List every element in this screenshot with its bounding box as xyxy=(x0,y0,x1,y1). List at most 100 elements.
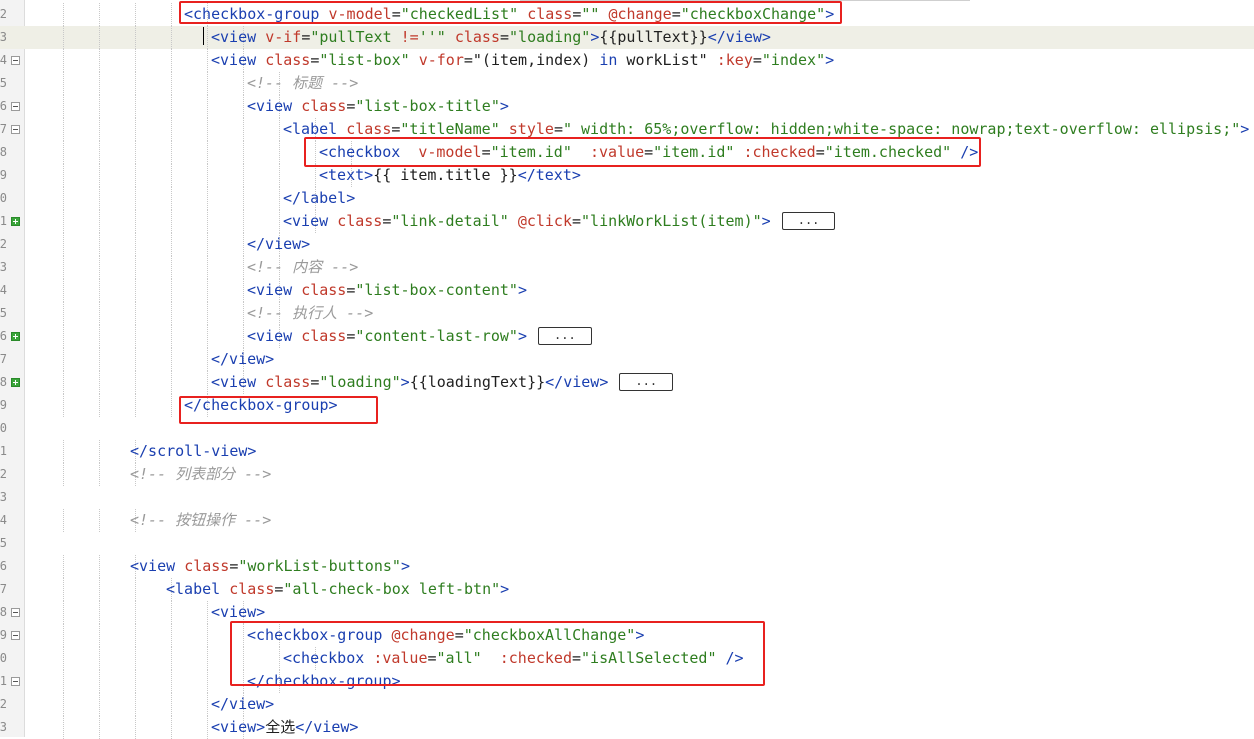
token-str: "content-last-row" xyxy=(355,327,518,345)
code-line[interactable]: 2 <checkbox-group v-model="checkedList" c… xyxy=(0,3,1254,26)
line-number: 1 xyxy=(0,674,7,688)
indent-guide xyxy=(63,72,64,95)
indent-guide xyxy=(135,670,136,693)
code-line[interactable]: 6 <view class="workList-buttons"> xyxy=(0,555,1254,578)
indent-guide xyxy=(63,325,64,348)
code-line[interactable]: 5 <!-- 执行人 --> xyxy=(0,302,1254,325)
code-line[interactable]: 2 <!-- 列表部分 --> xyxy=(0,463,1254,486)
token-attr: v-model xyxy=(418,143,482,161)
indent-guide xyxy=(63,26,64,49)
token-str: "pullText xyxy=(310,28,401,46)
indent-guide xyxy=(99,601,100,624)
indent-guide xyxy=(243,72,244,95)
token-text: {{pullText}} xyxy=(599,28,708,46)
indent-guide xyxy=(207,647,208,670)
indent-guide xyxy=(243,647,244,670)
code-line[interactable]: 6 <view class="content-last-row"> ... xyxy=(0,325,1254,348)
code-line[interactable]: 8 <view class="loading">{{loadingText}}</… xyxy=(0,371,1254,394)
code-line[interactable]: 2 </view> xyxy=(0,693,1254,716)
indent-guide xyxy=(243,118,244,141)
code-line[interactable]: 0 </label> xyxy=(0,187,1254,210)
token-tag: <view> xyxy=(211,718,266,736)
code-line[interactable]: 4 <!-- 按钮操作 --> xyxy=(0,509,1254,532)
token-attr: class xyxy=(229,580,275,598)
token-tag: <view> xyxy=(211,603,266,621)
code-line[interactable]: 8 <view> xyxy=(0,601,1254,624)
code-line[interactable]: 6 <view class="list-box-title"> xyxy=(0,95,1254,118)
indent-guide xyxy=(63,95,64,118)
code-line[interactable]: 9 <text>{{ item.title }}</text> xyxy=(0,164,1254,187)
line-number: 9 xyxy=(0,398,7,412)
code-content: <!-- 内容 --> xyxy=(247,256,358,279)
code-content: <view v-if="pullText !=''" class="loadin… xyxy=(211,26,771,49)
line-number: 2 xyxy=(0,7,7,21)
indent-guide xyxy=(63,578,64,601)
code-editor[interactable]: 2 <checkbox-group v-model="checkedList" c… xyxy=(0,0,1254,739)
indent-guide xyxy=(171,187,172,210)
code-line[interactable]: 8 <checkbox v-model="item.id" :value="ite… xyxy=(0,141,1254,164)
token-str: "linkWorkList(item)" xyxy=(581,212,762,230)
indent-guide xyxy=(135,233,136,256)
code-line[interactable]: 1 </scroll-view> xyxy=(0,440,1254,463)
token-str: "isAllSelected" xyxy=(581,649,717,667)
code-line[interactable]: 1 </checkbox-group> xyxy=(0,670,1254,693)
token-tag: > xyxy=(400,557,410,575)
line-number: 3 xyxy=(0,30,7,44)
code-content: </scroll-view> xyxy=(130,440,256,463)
token-text: = xyxy=(481,143,491,161)
code-line[interactable]: 3 <!-- 内容 --> xyxy=(0,256,1254,279)
token-tag: > xyxy=(635,626,645,644)
collapsed-region-button[interactable]: ... xyxy=(619,373,674,391)
code-line[interactable]: 3 xyxy=(0,486,1254,509)
code-line[interactable]: 9 <checkbox-group @change="checkboxAllCha… xyxy=(0,624,1254,647)
indent-guide xyxy=(135,647,136,670)
indent-guide xyxy=(171,164,172,187)
code-line[interactable]: 7 <label class="titleName" style=" width:… xyxy=(0,118,1254,141)
fold-expand-icon[interactable] xyxy=(11,378,20,387)
token-text: = xyxy=(301,28,311,46)
code-line[interactable]: 4 <view class = "list-box" v-for="(item,ind… xyxy=(0,49,1254,72)
code-line[interactable]: 0 <checkbox :value="all" :checked="isAllS… xyxy=(0,647,1254,670)
token-attr: v-model xyxy=(328,5,392,23)
fold-collapse-icon[interactable] xyxy=(11,608,20,617)
code-line[interactable]: 2 </view> xyxy=(0,233,1254,256)
fold-collapse-icon[interactable] xyxy=(11,56,20,65)
code-line[interactable]: 3 <view>全选</view> xyxy=(0,716,1254,739)
fold-collapse-icon[interactable] xyxy=(11,631,20,640)
fold-collapse-icon[interactable] xyxy=(11,102,20,111)
fold-collapse-icon[interactable] xyxy=(11,125,20,134)
token-str: "list-box-content" xyxy=(355,281,518,299)
code-line[interactable]: 0 xyxy=(0,417,1254,440)
line-number: 0 xyxy=(0,421,7,435)
line-number: 8 xyxy=(0,375,7,389)
line-number: 3 xyxy=(0,260,7,274)
fold-expand-icon[interactable] xyxy=(11,217,20,226)
code-line[interactable]: 1 <view class="link-detail" @click="linkW… xyxy=(0,210,1254,233)
collapsed-region-button[interactable]: ... xyxy=(538,327,592,345)
fold-expand-icon[interactable] xyxy=(11,332,20,341)
token-attr: class xyxy=(337,212,383,230)
token-str: "checkedList" xyxy=(400,5,519,23)
code-line[interactable]: 5 xyxy=(0,532,1254,555)
code-line[interactable]: 5 <!-- 标题 --> xyxy=(0,72,1254,95)
line-number: 8 xyxy=(0,605,7,619)
fold-collapse-icon[interactable] xyxy=(11,677,20,686)
indent-guide xyxy=(63,141,64,164)
code-line[interactable]: 7 <label class="all-check-box left-btn"> xyxy=(0,578,1254,601)
line-number: 4 xyxy=(0,513,7,527)
indent-guide xyxy=(279,164,280,187)
indent-guide xyxy=(63,187,64,210)
collapsed-region-button[interactable]: ... xyxy=(781,212,836,230)
indent-guide xyxy=(243,279,244,302)
code-line[interactable]: 9 </checkbox-group> xyxy=(0,394,1254,417)
code-line[interactable]: 3 <view v-if="pullText !=''" class="loadi… xyxy=(0,26,1254,49)
code-line[interactable]: 7 </view> xyxy=(0,348,1254,371)
code-line[interactable]: 4 <view class="list-box-content"> xyxy=(0,279,1254,302)
indent-guide xyxy=(171,601,172,624)
indent-guide xyxy=(243,210,244,233)
indent-guide xyxy=(135,72,136,95)
indent-guide xyxy=(63,509,64,532)
